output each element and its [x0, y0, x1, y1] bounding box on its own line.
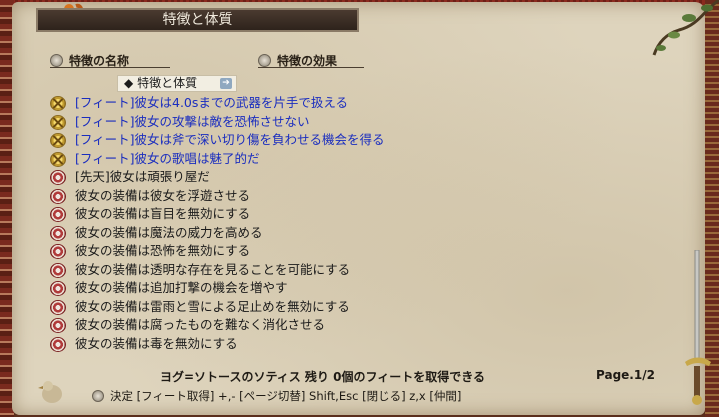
feat-icon — [50, 133, 66, 148]
trait-icon — [50, 318, 66, 333]
diamond-icon: ◆ — [124, 76, 134, 90]
category-label: 特徴と体質 — [137, 76, 198, 90]
trait-entry[interactable]: 彼女の装備は雷雨と雪による足止めを無効にする — [50, 298, 650, 317]
trait-icon — [50, 299, 66, 315]
feat-icon — [50, 151, 66, 167]
trait-icon — [50, 225, 66, 241]
entry-text: 彼女の装備は毒を無効にする — [75, 335, 238, 351]
entry-text: 彼女の装備は透明な存在を見ることを可能にする — [75, 261, 351, 277]
trait-entry[interactable]: 彼女の装備は恐怖を無効にする — [50, 242, 650, 261]
status-text: ヨグ=ソトースのソティス 残り 0個のフィートを取得できる — [160, 370, 485, 384]
entry-text: 彼女の装備は腐ったものを難なく消化させる — [75, 317, 326, 332]
trait-entry[interactable]: 彼女の装備は魔法の威力を高める — [50, 224, 650, 243]
category-selector[interactable]: ◆ 特徴と体質 ➔ — [117, 75, 237, 92]
entry-text: 彼女の装備は追加打撃の機会を増やす — [75, 280, 288, 295]
column-header-effect: 特徴の効果 — [258, 52, 337, 68]
trait-entry[interactable]: 彼女の装備は盲目を無効にする — [50, 205, 650, 224]
trait-entry[interactable]: [先天]彼女は頑張り屋だ — [50, 168, 650, 187]
trait-entry[interactable]: 彼女の装備は彼女を浮遊させる — [50, 187, 650, 206]
trait-entry[interactable]: 彼女の装備は追加打撃の機会を増やす — [50, 279, 650, 298]
entry-text: 彼女の装備は恐怖を無効にする — [75, 243, 251, 258]
entry-text: [フィート]彼女は4.0sまでの武器を片手で扱える — [75, 95, 349, 110]
entry-text: [フィート]彼女の歌唱は魅了的だ — [75, 150, 260, 166]
feat-entry[interactable]: [フィート]彼女は4.0sまでの武器を片手で扱える — [50, 94, 650, 113]
column-header-name-label: 特徴の名称 — [69, 54, 130, 68]
entry-text: 彼女の装備は彼女を浮遊させる — [75, 187, 251, 203]
entry-text: 彼女の装備は雷雨と雪による足止めを無効にする — [75, 298, 350, 314]
feat-icon — [50, 96, 66, 111]
sword-decoration-icon — [685, 250, 711, 405]
trait-icon — [50, 244, 66, 259]
header-underline — [50, 67, 170, 68]
trait-icon — [50, 336, 66, 352]
trait-icon — [50, 262, 66, 278]
entry-list: [フィート]彼女は4.0sまでの武器を片手で扱える [フィート]彼女の攻撃は敵を恐… — [50, 94, 650, 353]
feat-entry[interactable]: [フィート]彼女の歌唱は魅了的だ — [50, 150, 650, 169]
trait-icon — [50, 170, 66, 185]
entry-text: [フィート]彼女の攻撃は敵を恐怖させない — [75, 113, 310, 129]
entry-text: [フィート]彼女は斧で深い切り傷を負わせる機会を得る — [75, 132, 385, 147]
column-header-name: 特徴の名称 — [50, 52, 129, 68]
feat-icon — [50, 114, 66, 130]
entry-text: [先天]彼女は頑張り屋だ — [75, 169, 210, 184]
entry-text: 彼女の装備は盲目を無効にする — [75, 206, 251, 221]
help-bar: 決定 [フィート取得] +,- [ページ切替] Shift,Esc [閉じる] … — [92, 388, 461, 404]
feat-entry[interactable]: [フィート]彼女は斧で深い切り傷を負わせる機会を得る — [50, 131, 650, 150]
trait-icon — [50, 188, 66, 204]
help-text: 決定 [フィート取得] +,- [ページ切替] Shift,Esc [閉じる] … — [110, 389, 462, 403]
header-underline — [258, 67, 364, 68]
window-title: 特徴と体質 — [36, 8, 359, 32]
help-bullet-icon — [92, 390, 104, 402]
header-bullet-icon — [50, 54, 63, 67]
trait-entry[interactable]: 彼女の装備は毒を無効にする — [50, 335, 650, 354]
trait-entry[interactable]: 彼女の装備は透明な存在を見ることを可能にする — [50, 261, 650, 280]
trait-icon — [50, 281, 66, 296]
trait-icon — [50, 207, 66, 222]
entry-text: 彼女の装備は魔法の威力を高める — [75, 224, 263, 240]
page-indicator: Page.1/2 — [596, 368, 655, 382]
next-category-icon[interactable]: ➔ — [220, 78, 232, 89]
header-bullet-icon — [258, 54, 271, 67]
vine-decoration-icon — [652, 0, 719, 56]
column-header-effect-label: 特徴の効果 — [277, 54, 338, 68]
feat-entry[interactable]: [フィート]彼女の攻撃は敵を恐怖させない — [50, 113, 650, 132]
bird-decoration-icon — [38, 381, 62, 403]
trait-entry[interactable]: 彼女の装備は腐ったものを難なく消化させる — [50, 316, 650, 335]
